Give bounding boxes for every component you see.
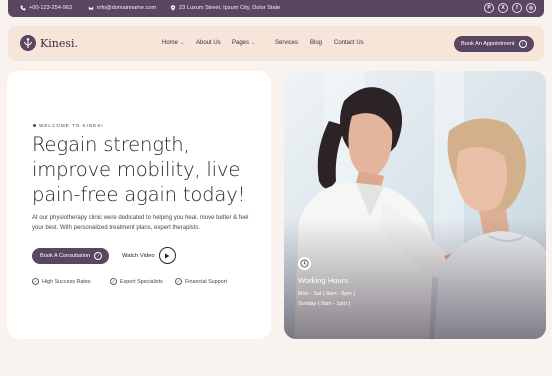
arrow-right-icon: › — [518, 40, 527, 48]
nav-item-about[interactable]: About Us — [196, 40, 221, 46]
nav-item-home[interactable]: Home ⌄ — [162, 40, 184, 46]
headline-line: Regain strength, — [32, 133, 190, 156]
check-icon: ✓ — [32, 278, 39, 285]
feature-item: ✓ Financial Support — [175, 278, 227, 285]
main-navigation: Kinesi. Home ⌄ About Us Pages ⌄ Services B… — [8, 26, 544, 61]
bullet-icon — [33, 124, 36, 127]
nav-item-pages[interactable]: Pages ⌄ — [232, 40, 255, 46]
nav-item-label: Home — [162, 40, 179, 46]
book-appointment-button[interactable]: Book An Appointment › — [454, 36, 534, 52]
hero-description: At our physiotherapy clinic were dedicat… — [32, 215, 249, 231]
brand-logo[interactable]: Kinesi. — [20, 35, 78, 51]
watch-video-button[interactable]: Watch Video — [122, 247, 176, 264]
feature-label: Financial Support — [185, 278, 227, 285]
address-info: 23 Luxum Street, Ipsum City, Dolor State — [170, 5, 280, 11]
button-label: Book A Consultation — [40, 253, 91, 259]
phone-icon — [20, 5, 26, 11]
mail-icon — [88, 6, 94, 10]
nav-item-label: Blog — [310, 40, 323, 46]
email-info[interactable]: info@domainname.com — [88, 5, 156, 11]
nav-item-blog[interactable]: Blog — [310, 40, 322, 46]
feature-label: High Success Rates — [42, 278, 91, 285]
hero-eyebrow: WELCOME TO KINESI — [33, 123, 104, 128]
nav-item-label: Contact Us — [334, 40, 364, 46]
hero-headline: Regain strength, improve mobility, live … — [32, 132, 267, 207]
phone-info[interactable]: +00-123-254-963 — [20, 5, 72, 11]
nav-item-services[interactable]: Services — [275, 40, 298, 46]
eyebrow-text: WELCOME TO KINESI — [39, 123, 104, 128]
pinterest-icon[interactable]: P — [484, 3, 494, 13]
headline-line: improve mobility, live — [32, 158, 241, 181]
email-address: info@domainname.com — [97, 5, 157, 11]
hero-card: WELCOME TO KINESI Regain strength, impro… — [7, 71, 271, 339]
feature-label: Expert Specialists — [120, 278, 163, 285]
play-icon[interactable] — [158, 247, 176, 264]
watch-video-label: Watch Video — [122, 252, 155, 259]
x-icon[interactable]: X — [498, 3, 508, 13]
phone-number: +00-123-254-963 — [29, 5, 73, 11]
chevron-down-icon: ⌄ — [180, 40, 185, 46]
nav-item-contact[interactable]: Contact Us — [334, 40, 364, 46]
clock-icon — [298, 257, 311, 270]
brand-name: Kinesi. — [40, 36, 78, 50]
headline-line: pain-free again today! — [32, 183, 246, 206]
hero-photo: Working Hours Mon - Sat ( 8am - 5pm ) Su… — [284, 71, 546, 339]
feature-item: ✓ High Success Rates — [32, 278, 91, 285]
logo-mark-icon — [20, 35, 36, 51]
hours-line: Mon - Sat ( 8am - 5pm ) — [298, 291, 356, 297]
social-links: P X f ◎ — [484, 3, 536, 13]
address-text: 23 Luxum Street, Ipsum City, Dolor State — [179, 5, 281, 11]
button-label: Book An Appointment — [461, 41, 515, 47]
check-icon: ✓ — [110, 278, 117, 285]
instagram-icon[interactable]: ◎ — [526, 3, 536, 13]
nav-item-label: About Us — [196, 40, 221, 46]
feature-item: ✓ Expert Specialists — [110, 278, 163, 285]
hours-title: Working Hours — [298, 276, 349, 285]
book-consultation-button[interactable]: Book A Consultation › — [32, 248, 109, 264]
hours-line: Sunday ( 8am - 1pm ) — [298, 301, 351, 307]
chevron-down-icon: ⌄ — [251, 40, 256, 46]
top-info-bar: +00-123-254-963 info@domainname.com 23 L… — [8, 0, 544, 17]
check-icon: ✓ — [175, 278, 182, 285]
working-hours-card: Working Hours Mon - Sat ( 8am - 5pm ) Su… — [298, 257, 355, 309]
nav-item-label: Services — [275, 40, 299, 46]
nav-item-label: Pages — [232, 40, 250, 46]
facebook-icon[interactable]: f — [512, 3, 522, 13]
location-pin-icon — [170, 5, 176, 11]
arrow-right-icon: › — [94, 252, 103, 260]
